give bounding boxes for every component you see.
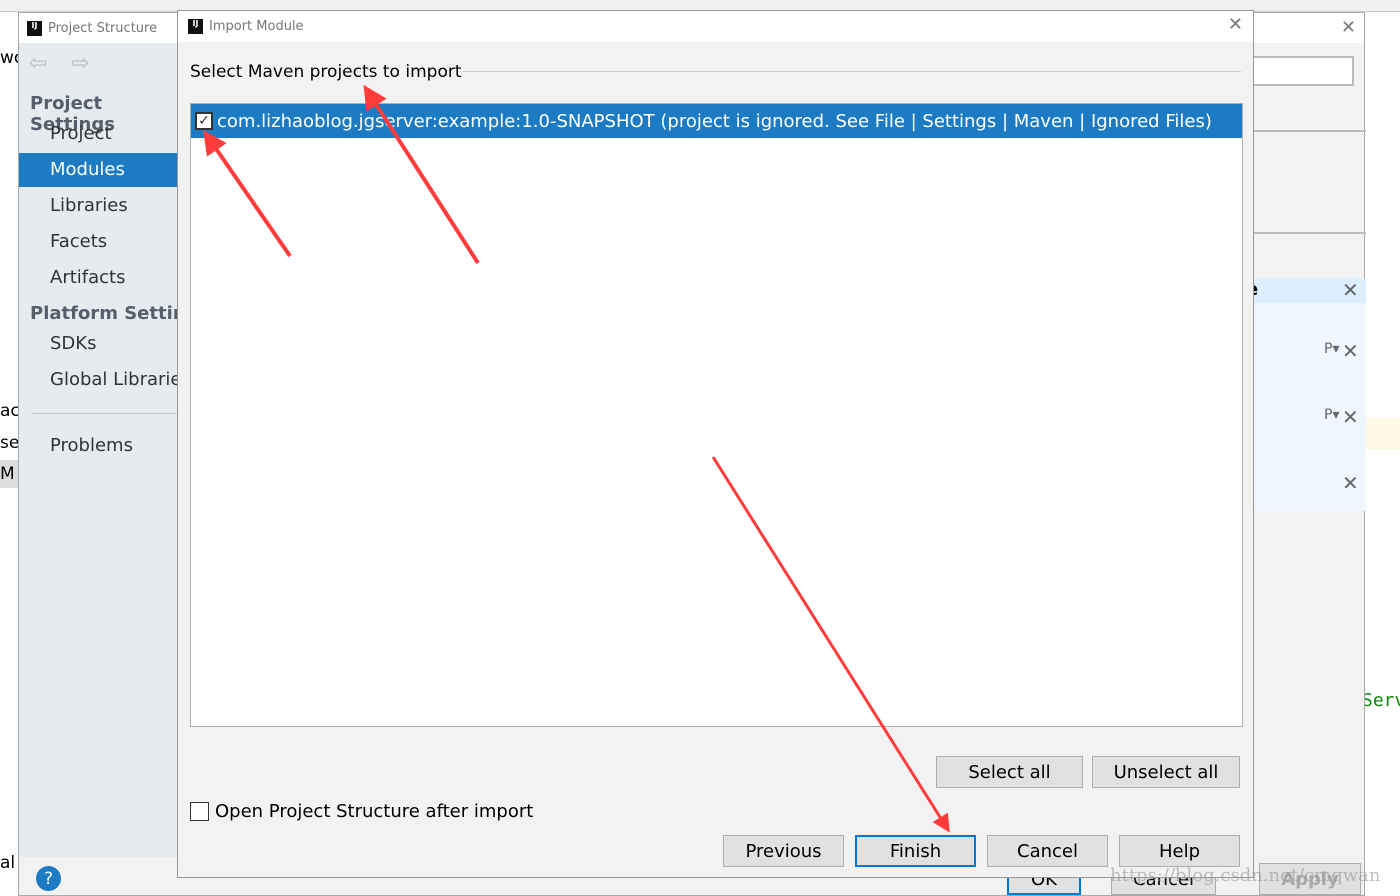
annotation-arrow xyxy=(363,84,480,265)
annotation-arrows xyxy=(203,84,950,833)
annotation-arrow xyxy=(203,130,292,258)
annotation-arrow xyxy=(711,456,950,833)
